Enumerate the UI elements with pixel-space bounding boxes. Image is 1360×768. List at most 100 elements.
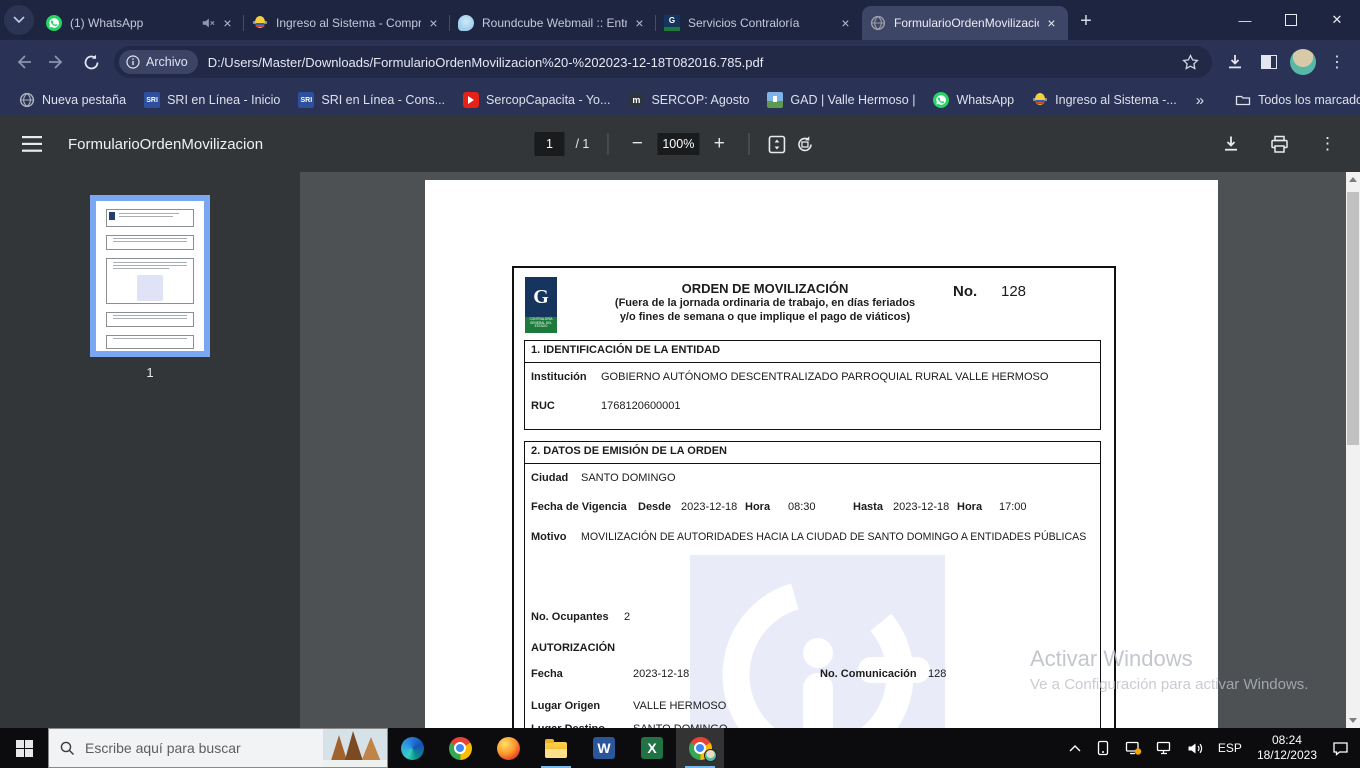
side-panel-button[interactable] — [1252, 45, 1286, 79]
forward-button[interactable] — [40, 45, 74, 79]
taskbar-excel-button[interactable]: X — [628, 728, 676, 768]
ruc-value: 1768120600001 — [601, 400, 681, 412]
taskbar-word-button[interactable]: W — [580, 728, 628, 768]
clock-time: 08:24 — [1271, 733, 1302, 747]
start-button[interactable] — [0, 728, 48, 768]
pdf-more-icon[interactable]: ⋮ — [1319, 134, 1336, 154]
tray-device-button[interactable] — [1088, 728, 1118, 768]
pdf-page-controls: / 1 − 100% + — [534, 116, 814, 172]
all-bookmarks-button[interactable]: Todos los marcadores — [1226, 89, 1360, 111]
bookmark-sri-inicio[interactable]: SRI SRI en Línea - Inicio — [135, 89, 289, 111]
maximize-icon — [1285, 14, 1297, 26]
ciudad-value: SANTO DOMINGO — [581, 472, 676, 484]
section-1-title: 1. IDENTIFICACIÓN DE LA ENTIDAD — [531, 344, 721, 356]
tab-whatsapp[interactable]: (1) WhatsApp × — [38, 6, 244, 40]
profile-button[interactable] — [1286, 45, 1320, 79]
zoom-in-button[interactable]: + — [708, 133, 730, 155]
info-icon — [126, 55, 140, 69]
print-icon[interactable] — [1270, 135, 1289, 154]
tray-update-button[interactable] — [1118, 728, 1149, 768]
tab-servicios-contraloria[interactable]: G Servicios Contraloría × — [656, 6, 862, 40]
chrome-icon — [448, 736, 472, 760]
zoom-level[interactable]: 100% — [657, 133, 700, 155]
close-icon[interactable]: × — [837, 15, 854, 32]
tab-roundcube[interactable]: Roundcube Webmail :: Entra × — [450, 6, 656, 40]
downloads-button[interactable] — [1218, 45, 1252, 79]
taskbar-chrome-button[interactable] — [436, 728, 484, 768]
edge-icon — [400, 736, 424, 760]
pdf-download-icon[interactable] — [1222, 135, 1240, 153]
bookmark-star-icon[interactable] — [1182, 53, 1199, 71]
side-panel-icon — [1261, 55, 1277, 69]
fit-page-icon[interactable] — [767, 135, 786, 154]
minimize-button[interactable]: — — [1222, 0, 1268, 40]
search-highlight-image[interactable] — [323, 729, 387, 767]
maximize-button[interactable] — [1268, 0, 1314, 40]
scroll-down-button[interactable] — [1346, 713, 1360, 728]
url-text[interactable]: D:/Users/Master/Downloads/FormularioOrde… — [208, 55, 1174, 70]
taskbar-search[interactable]: Escribe aquí para buscar — [48, 728, 388, 768]
system-tray: ESP 08:24 18/12/2023 — [1062, 728, 1360, 768]
taskbar-edge-button[interactable] — [388, 728, 436, 768]
bookmark-label: Nueva pestaña — [42, 93, 127, 107]
reload-button[interactable] — [74, 45, 108, 79]
whatsapp-icon — [933, 92, 950, 108]
taskbar-firefox-button[interactable] — [484, 728, 532, 768]
window-close-button[interactable]: ✕ — [1314, 0, 1360, 40]
tab-search-button[interactable] — [4, 5, 34, 35]
close-icon[interactable]: × — [631, 15, 648, 32]
thumbnail-page-number: 1 — [146, 365, 154, 380]
language-indicator[interactable]: ESP — [1211, 728, 1249, 768]
ethernet-icon — [1156, 741, 1171, 755]
bookmark-whatsapp[interactable]: WhatsApp — [924, 89, 1023, 111]
taskbar-explorer-button[interactable] — [532, 728, 580, 768]
bookmark-sri-consultas[interactable]: SRI SRI en Línea - Cons... — [289, 89, 454, 111]
scroll-up-button[interactable] — [1346, 172, 1360, 187]
fecha-label: Fecha — [531, 668, 563, 680]
ecuador-crest-icon — [1033, 93, 1048, 105]
file-scheme-chip[interactable]: Archivo — [119, 50, 198, 74]
file-explorer-icon — [545, 739, 567, 758]
bookmark-label: SRI en Línea - Inicio — [167, 93, 281, 107]
bookmark-gad-valle-hermoso[interactable]: GAD | Valle Hermoso | — [758, 89, 924, 111]
tab-audio-muted-icon[interactable] — [201, 16, 215, 30]
sri-icon: SRI — [144, 92, 161, 108]
back-button[interactable] — [6, 45, 40, 79]
page-number-input[interactable] — [534, 132, 565, 156]
youtube-icon — [463, 92, 480, 108]
bookmarks-bar: Nueva pestaña SRI SRI en Línea - Inicio … — [0, 84, 1360, 116]
tray-expand-button[interactable] — [1062, 728, 1088, 768]
bookmark-sercopcapacita[interactable]: SercopCapacita - Yo... — [454, 89, 619, 111]
destino-label: Lugar Destino — [531, 723, 605, 728]
zoom-out-button[interactable]: − — [626, 133, 648, 155]
close-icon[interactable]: × — [425, 15, 442, 32]
tray-network-button[interactable] — [1149, 728, 1180, 768]
pdf-menu-icon[interactable] — [22, 136, 42, 152]
taskbar-chrome-active-button[interactable] — [676, 728, 724, 768]
close-icon[interactable]: × — [1043, 15, 1060, 32]
rotate-icon[interactable] — [795, 135, 814, 154]
tray-volume-button[interactable] — [1180, 728, 1211, 768]
scrollbar-thumb[interactable] — [1347, 192, 1359, 445]
scrollbar[interactable] — [1346, 172, 1360, 728]
taskbar-clock[interactable]: 08:24 18/12/2023 — [1249, 733, 1325, 763]
bookmark-label: SRI en Línea - Cons... — [321, 93, 446, 107]
institucion-label: Institución — [531, 371, 587, 383]
clock-date: 18/12/2023 — [1256, 748, 1317, 762]
new-tab-button[interactable]: + — [1072, 7, 1100, 35]
bookmarks-overflow-icon[interactable]: » — [1186, 92, 1214, 109]
tab-formulario-pdf[interactable]: FormularioOrdenMovilizacio × — [862, 6, 1068, 40]
bookmark-sercop-agosto[interactable]: m SERCOP: Agosto — [619, 89, 758, 111]
taskbar: Escribe aquí para buscar W X ESP 08:24 1… — [0, 728, 1360, 768]
close-icon[interactable]: × — [219, 15, 236, 32]
address-bar[interactable]: Archivo D:/Users/Master/Downloads/Formul… — [114, 46, 1212, 78]
bookmark-ingreso-sistema[interactable]: Ingreso al Sistema -... — [1023, 89, 1186, 111]
divider — [748, 133, 750, 155]
browser-menu-button[interactable]: ⋮ — [1320, 45, 1354, 79]
page-thumbnail[interactable] — [90, 195, 210, 357]
pdf-viewer: 1 G CONTRALORÍA GENERAL DEL ESTADO ORDEN… — [0, 172, 1360, 728]
bookmark-nueva-pestana[interactable]: Nueva pestaña — [10, 89, 135, 111]
chevron-down-icon — [13, 16, 25, 24]
action-center-button[interactable] — [1325, 728, 1356, 768]
tab-ingreso-sistema[interactable]: Ingreso al Sistema - Compra × — [244, 6, 450, 40]
